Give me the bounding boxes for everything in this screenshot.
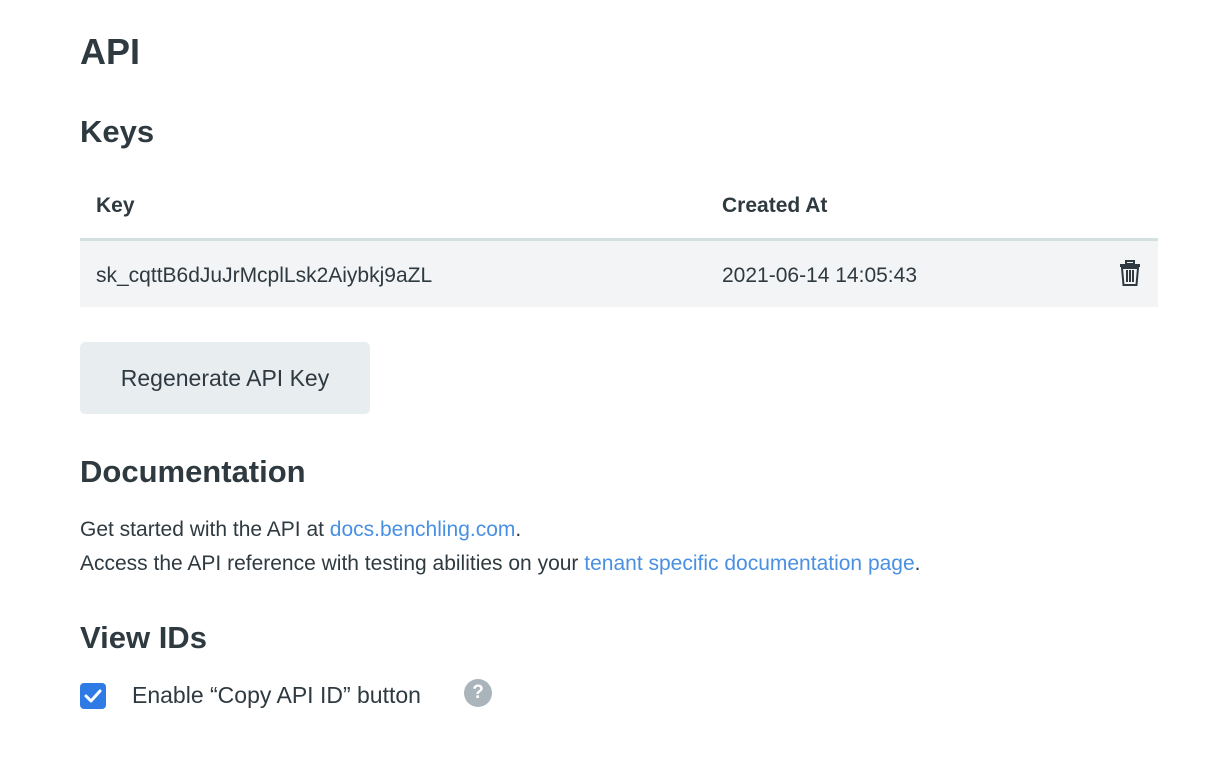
docs-benchling-link[interactable]: docs.benchling.com [330,518,516,541]
keys-heading: Keys [80,114,155,149]
column-header-key: Key [96,194,135,217]
checkmark-icon [84,689,102,703]
api-key-created-at: 2021-06-14 14:05:43 [722,264,917,287]
trash-icon [1120,260,1140,286]
table-row: sk_cqttB6dJuJrMcplLsk2Aiybkj9aZL 2021-06… [80,241,1158,307]
doc-line2-prefix: Access the API reference with testing ab… [80,552,585,575]
doc-line2-suffix: . [914,552,921,575]
api-key-value: sk_cqttB6dJuJrMcplLsk2Aiybkj9aZL [96,264,433,287]
help-icon[interactable]: ? [464,679,492,707]
tenant-docs-link[interactable]: tenant specific documentation page [584,552,914,575]
doc-line1-prefix: Get started with the API at [80,518,330,541]
enable-copy-api-id-label[interactable]: Enable “Copy API ID” button [132,681,421,709]
column-header-created-at: Created At [722,194,828,217]
page-title: API [80,31,141,72]
delete-key-button[interactable] [1118,259,1142,287]
regenerate-api-key-button[interactable]: Regenerate API Key [80,342,370,414]
table-header: Key Created At [80,176,1158,241]
api-keys-table: Key Created At sk_cqttB6dJuJrMcplLsk2Aiy… [80,176,1158,307]
doc-line1-suffix: . [515,518,522,541]
enable-copy-api-id-checkbox[interactable] [80,683,106,709]
api-settings-page: API Keys Key Created At sk_cqttB6dJuJrMc… [0,0,1232,772]
view-ids-heading: View IDs [80,620,207,655]
documentation-line-2: Access the API reference with testing ab… [80,551,921,577]
documentation-heading: Documentation [80,454,306,489]
documentation-line-1: Get started with the API at docs.benchli… [80,517,521,543]
